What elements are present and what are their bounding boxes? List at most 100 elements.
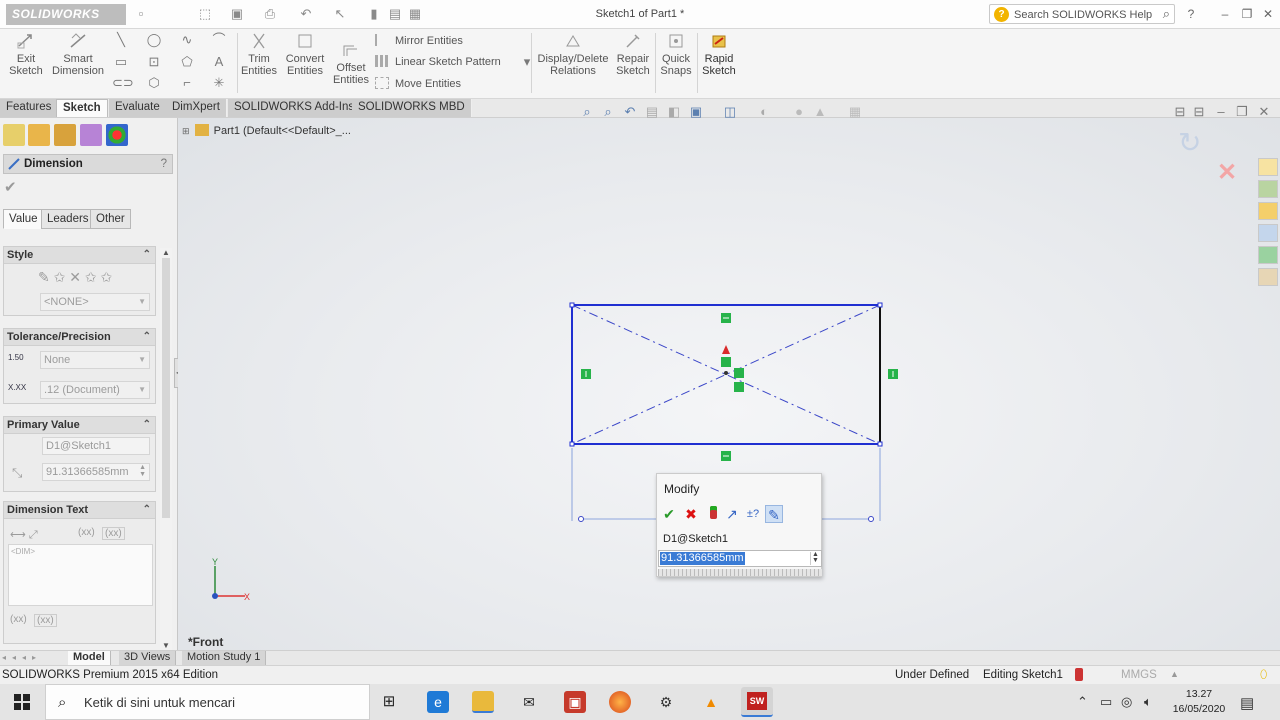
repair-sketch-button[interactable]: Repair Sketch xyxy=(614,32,652,77)
help-question-icon[interactable]: ? xyxy=(161,155,167,173)
tab-solidworks-add-ins[interactable]: SOLIDWORKS Add-Ins xyxy=(228,99,362,117)
tolerance-group-header[interactable]: Tolerance/Precision ⌃ xyxy=(4,329,155,346)
ok-check-icon[interactable]: ✔ xyxy=(660,505,678,523)
new-doc-icon[interactable]: ▫ xyxy=(133,7,149,21)
bottom-parentheses-button[interactable]: (xx) xyxy=(10,614,27,625)
tile-icon[interactable]: ⊟ xyxy=(1171,105,1189,119)
tab-value[interactable]: Value xyxy=(3,209,44,229)
tolerance-type-dropdown[interactable]: None ▼ xyxy=(40,351,150,369)
collapse-icon[interactable]: ⌃ xyxy=(143,329,151,345)
tray-expand-icon[interactable]: ⌃ xyxy=(1077,694,1088,710)
mail-icon[interactable]: ✉ xyxy=(518,691,540,713)
mirror-entities-button[interactable]: Mirror Entities xyxy=(375,34,463,47)
value-spinner-icon[interactable]: ▲ ▼ xyxy=(139,464,146,478)
relation-vertical-right[interactable] xyxy=(888,369,898,379)
windows-start-icon[interactable] xyxy=(14,694,30,710)
tab-solidworks-mbd[interactable]: SOLIDWORKS MBD xyxy=(352,99,472,117)
file-properties-icon[interactable]: ▤ xyxy=(387,7,403,21)
sketch-origin[interactable] xyxy=(724,371,728,375)
cancel-x-icon[interactable]: ✖ xyxy=(682,505,700,523)
feature-manager-icon[interactable] xyxy=(3,124,25,146)
app-icon[interactable]: ▣ xyxy=(564,691,586,713)
zoom-to-area-icon[interactable]: ⌕ xyxy=(599,105,617,119)
rectangle-icon[interactable]: ▭ xyxy=(112,55,130,69)
tile-horizontal-icon[interactable]: ⊟ xyxy=(1190,105,1208,119)
dimxpert-manager-icon[interactable] xyxy=(80,124,102,146)
select-icon[interactable]: ↖ xyxy=(332,7,348,21)
text-position-icons[interactable]: ⟷ ⤢ xyxy=(10,528,38,542)
solidworks-taskbar-icon[interactable]: SW xyxy=(741,687,773,717)
tab-evaluate[interactable]: Evaluate xyxy=(109,99,167,117)
file-explorer-icon[interactable] xyxy=(1258,202,1278,220)
previous-view-icon[interactable]: ↶ xyxy=(621,105,639,119)
trim-entities-button[interactable]: Trim Entities xyxy=(240,32,278,77)
mark-dimension-icon[interactable]: ±? xyxy=(744,505,762,523)
file-explorer-taskbar-icon[interactable] xyxy=(472,691,494,713)
precision-dropdown[interactable]: .12 (Document) ▼ xyxy=(40,381,150,399)
tab-other[interactable]: Other xyxy=(90,209,131,229)
exit-sketch-button[interactable]: Exit Sketch xyxy=(8,32,44,77)
task-view-icon[interactable]: ⊞ xyxy=(378,691,400,713)
hide-show-items-icon[interactable]: ◐ xyxy=(755,105,773,119)
print-icon[interactable]: ⎙ xyxy=(262,7,278,21)
open-icon[interactable]: ⬚ xyxy=(197,7,213,21)
settings-gear-icon[interactable]: ⚙ xyxy=(655,691,677,713)
relation-horizontal-top[interactable] xyxy=(721,313,731,323)
battery-icon[interactable]: ▭ xyxy=(1100,694,1112,710)
slot-icon[interactable]: ⊡ xyxy=(145,55,163,69)
tab-leaders[interactable]: Leaders xyxy=(41,209,95,229)
view-palette-icon[interactable] xyxy=(1258,224,1278,242)
style-group-header[interactable]: Style ⌃ xyxy=(4,247,155,264)
scene-icon[interactable]: ▲ xyxy=(811,105,829,119)
sketch-fillet-icon[interactable]: ⌒ xyxy=(210,33,228,47)
dimension-arrow-left[interactable] xyxy=(578,516,584,522)
volume-icon[interactable]: 🔈︎ xyxy=(1144,694,1152,710)
quick-snaps-button[interactable]: Quick Snaps xyxy=(658,32,694,77)
panel-scrollbar[interactable]: ▲ ▼ xyxy=(160,248,172,650)
options-icon[interactable]: ▦ xyxy=(407,7,423,21)
design-library-icon[interactable] xyxy=(1258,180,1278,198)
appearances-icon[interactable] xyxy=(1258,246,1278,264)
point-icon[interactable]: ✳ xyxy=(210,76,228,90)
vlc-icon[interactable]: ▲ xyxy=(700,691,722,713)
center-dimension-button[interactable]: (xx) xyxy=(102,527,125,540)
custom-properties-icon[interactable] xyxy=(1258,268,1278,286)
display-delete-relations-button[interactable]: Display/Delete Relations xyxy=(536,32,610,77)
save-icon[interactable]: ▣ xyxy=(229,7,245,21)
doc-restore-icon[interactable]: ❐ xyxy=(1233,105,1251,119)
dynamic-annotation-icon[interactable]: ◧ xyxy=(665,105,683,119)
view-orientation-icon[interactable]: ▣ xyxy=(687,105,705,119)
tab-model[interactable]: Model xyxy=(68,651,111,665)
magnet-dimension-icon[interactable]: ✎ xyxy=(765,505,783,523)
smart-dimension-button[interactable]: Smart Dimension xyxy=(50,32,106,77)
network-icon[interactable]: ◎ xyxy=(1121,694,1132,710)
value-spinner-icon[interactable]: ▲ ▼ xyxy=(810,551,820,565)
pattern-dropdown-icon[interactable]: ▾ xyxy=(518,55,536,69)
dimension-text-area[interactable]: <DIM> xyxy=(8,544,153,606)
line-icon[interactable]: ╲ xyxy=(112,33,130,47)
unit-menu-icon[interactable]: ▲ xyxy=(1170,669,1179,679)
tab-sketch[interactable]: Sketch xyxy=(56,99,108,117)
style-dropdown[interactable]: <NONE> ▼ xyxy=(40,293,150,311)
scroll-up-icon[interactable]: ▲ xyxy=(162,248,170,257)
chamfer-icon[interactable]: ⌐ xyxy=(178,76,196,90)
notifications-icon[interactable]: ▤ xyxy=(1240,694,1254,712)
collapse-icon[interactable]: ⌃ xyxy=(143,247,151,263)
undo-icon[interactable]: ↶ xyxy=(298,7,314,21)
minimize-icon[interactable]: – xyxy=(1216,6,1234,22)
polygon-icon[interactable]: ⬠ xyxy=(178,55,196,69)
dimension-text-header[interactable]: Dimension Text ⌃ xyxy=(4,502,155,519)
rebuild-status-icon[interactable] xyxy=(1075,668,1083,681)
search-icon[interactable]: ⌕ xyxy=(1163,6,1170,22)
scroll-thumb[interactable] xyxy=(162,258,170,518)
reverse-dimension-icon[interactable]: ↗ xyxy=(723,505,741,523)
tab-features[interactable]: Features xyxy=(0,99,59,117)
dimension-name-field[interactable]: D1@Sketch1 xyxy=(42,437,150,455)
edge-icon[interactable]: e xyxy=(427,691,449,713)
bottom-center-button[interactable]: (xx) xyxy=(34,614,57,627)
relation-vertical-left[interactable] xyxy=(581,369,591,379)
scroll-down-icon[interactable]: ▼ xyxy=(162,641,170,650)
add-parentheses-button[interactable]: (xx) xyxy=(78,527,95,538)
offset-entities-button[interactable]: Offset Entities xyxy=(331,41,371,86)
help-search-box[interactable]: ? Search SOLIDWORKS Help ⌕ xyxy=(989,4,1175,24)
